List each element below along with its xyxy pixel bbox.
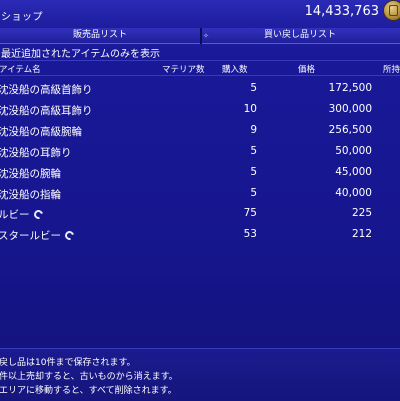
purchase-qty: 5 bbox=[250, 82, 257, 94]
col-purchase-qty[interactable]: 購入数 bbox=[222, 63, 248, 75]
col-materia[interactable]: マテリア数 bbox=[162, 63, 205, 75]
footer-line: 戻し品は10件まで保存されます。 bbox=[0, 358, 136, 368]
table-row[interactable]: 沈没船の高級腕輪 9 256,500 bbox=[0, 122, 400, 140]
item-name: スタールビー bbox=[0, 230, 61, 242]
item-price: 256,500 bbox=[328, 124, 372, 136]
purchase-qty: 10 bbox=[243, 103, 257, 115]
table-row[interactable]: ルビー 75 225 bbox=[0, 205, 400, 223]
item-name: 沈没船の高級腕輪 bbox=[0, 126, 82, 138]
item-name: 沈没船の高級首飾り bbox=[0, 84, 93, 96]
item-name: 沈没船の耳飾り bbox=[0, 147, 72, 159]
collectable-swirl-icon bbox=[63, 229, 76, 242]
item-price: 40,000 bbox=[335, 187, 372, 199]
item-price: 212 bbox=[351, 228, 372, 240]
tab-sale-list[interactable]: 販売品リスト bbox=[0, 28, 200, 44]
collectable-swirl-icon bbox=[32, 208, 45, 221]
filter-info: 最近追加されたアイテムのみを表示 bbox=[1, 49, 160, 60]
title-bar: ショップ 14,433,763 bbox=[0, 0, 400, 28]
tab-buyback-list[interactable]: 買い戻し品リスト bbox=[200, 28, 400, 44]
table-row[interactable]: 沈没船の高級耳飾り 10 300,000 bbox=[0, 101, 400, 119]
col-price[interactable]: 価格 bbox=[298, 63, 315, 75]
table-row[interactable]: 沈没船の腕輪 5 45,000 bbox=[0, 164, 400, 182]
purchase-qty: 53 bbox=[243, 228, 257, 240]
footer-line: エリアに移動すると、すべて削除されます。 bbox=[0, 386, 177, 396]
window-title: ショップ bbox=[1, 12, 43, 23]
footer-help: 戻し品は10件まで保存されます。 件以上売却すると、古いものから消えます。 エリ… bbox=[0, 348, 400, 401]
gil-amount: 14,433,763 bbox=[304, 4, 379, 19]
tab-divider bbox=[200, 28, 202, 44]
table-row[interactable]: スタールビー 53 212 bbox=[0, 226, 400, 244]
purchase-qty: 9 bbox=[250, 124, 257, 136]
table-row[interactable]: 沈没船の指輪 5 40,000 bbox=[0, 185, 400, 203]
col-item-name[interactable]: アイテム名 bbox=[0, 63, 41, 75]
item-price: 225 bbox=[351, 207, 372, 219]
table-row[interactable]: 沈没船の耳飾り 5 50,000 bbox=[0, 143, 400, 161]
item-price: 300,000 bbox=[328, 103, 372, 115]
item-name: ルビー bbox=[0, 209, 30, 221]
item-price: 172,500 bbox=[328, 82, 372, 94]
tab-marker-icon: ✧ bbox=[203, 32, 209, 40]
item-name: 沈没船の指輪 bbox=[0, 189, 61, 201]
tab-label: 販売品リスト bbox=[72, 30, 127, 40]
purchase-qty: 5 bbox=[250, 145, 257, 157]
purchase-qty: 5 bbox=[250, 187, 257, 199]
footer-line: 件以上売却すると、古いものから消えます。 bbox=[0, 372, 178, 382]
item-price: 50,000 bbox=[335, 145, 372, 157]
item-name: 沈没船の高級耳飾り bbox=[0, 105, 93, 117]
table-row[interactable]: 沈没船の高級首飾り 5 172,500 bbox=[0, 80, 400, 98]
column-header: アイテム名 マテリア数 購入数 価格 所持 bbox=[0, 60, 400, 76]
tab-bar: 販売品リスト 買い戻し品リスト ✧ bbox=[0, 28, 400, 44]
col-owned[interactable]: 所持 bbox=[383, 63, 400, 75]
purchase-qty: 75 bbox=[243, 207, 257, 219]
purchase-qty: 5 bbox=[250, 166, 257, 178]
gil-coin-icon bbox=[383, 0, 400, 21]
tab-label: 買い戻し品リスト bbox=[263, 30, 336, 40]
item-name: 沈没船の腕輪 bbox=[0, 168, 61, 180]
item-price: 45,000 bbox=[335, 166, 372, 178]
